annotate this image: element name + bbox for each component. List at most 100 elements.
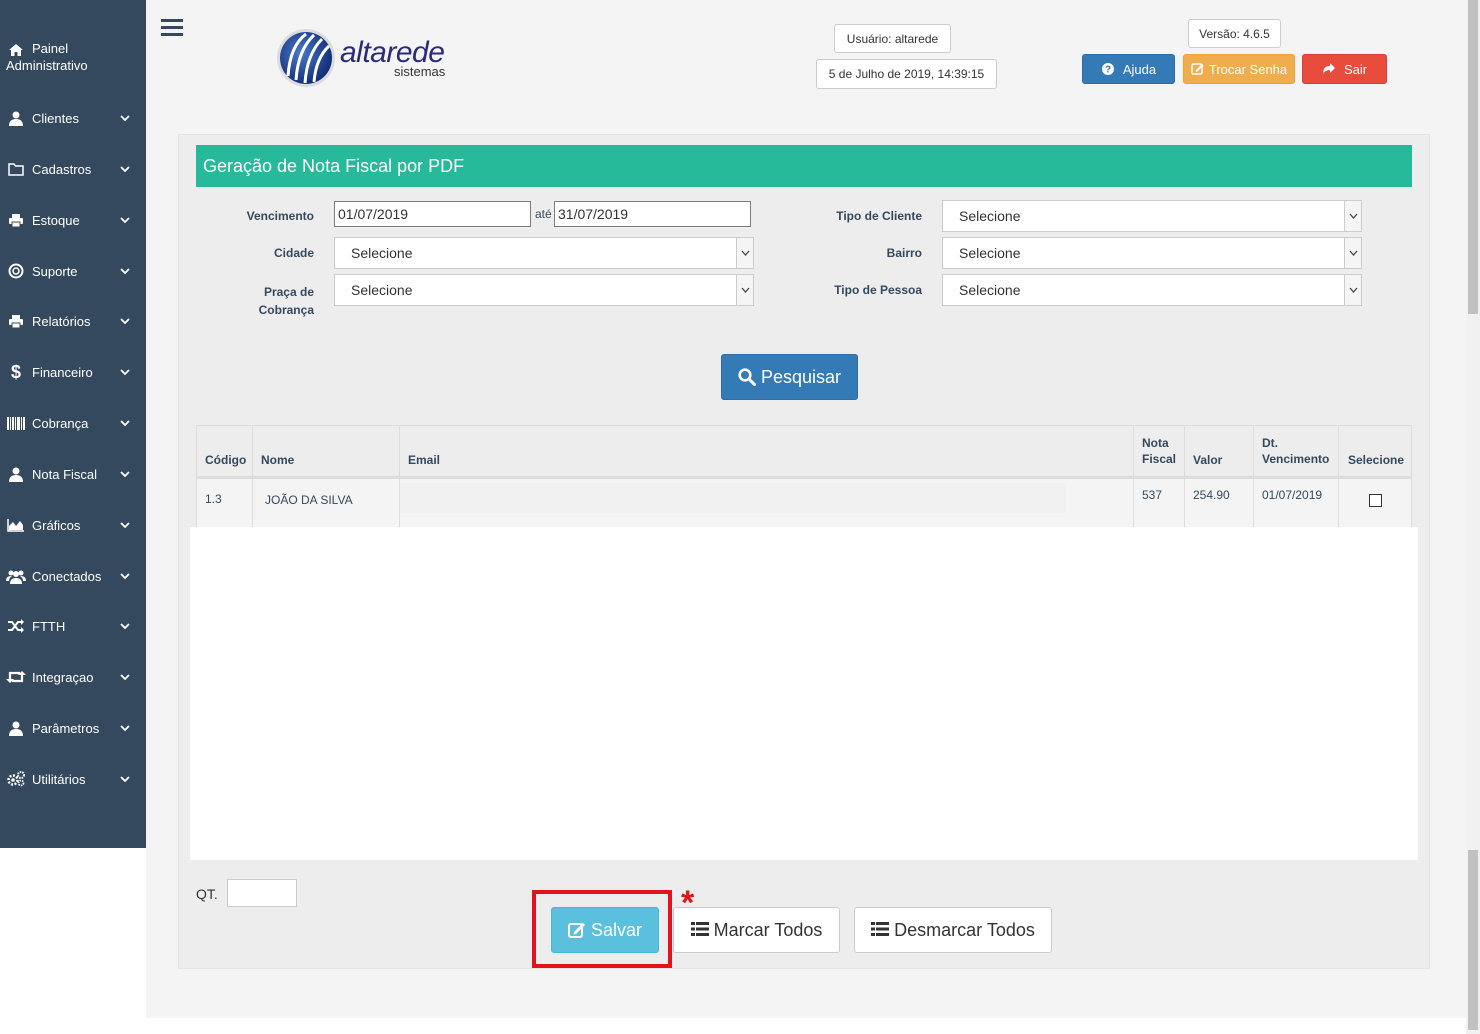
column-header-email[interactable]: Email	[408, 452, 440, 468]
sidebar-item-conectados[interactable]: Conectados	[0, 560, 146, 592]
column-divider	[1184, 477, 1185, 527]
sidebar-item-ftth[interactable]: FTTH	[0, 610, 146, 642]
change-password-button[interactable]: Trocar Senha	[1183, 54, 1295, 84]
sidebar-item-cadastros[interactable]: Cadastros	[0, 153, 146, 185]
datetime-badge: 5 de Julho de 2019, 14:39:15	[816, 59, 997, 89]
retweet-icon	[6, 667, 26, 687]
sidebar-item-painel[interactable]: Painel Administrativo	[0, 40, 146, 84]
sidebar-item-graficos[interactable]: Gráficos	[0, 509, 146, 541]
logout-button[interactable]: Sair	[1302, 54, 1387, 84]
cidade-select[interactable]: Selecione	[334, 237, 754, 269]
sidebar: Painel Administrativo Clientes Cadastros…	[0, 0, 146, 848]
page-scrollbar[interactable]	[1466, 0, 1480, 1034]
question-circle-icon: ?	[1101, 62, 1115, 76]
cidade-label: Cidade	[273, 246, 314, 260]
chevron-down-icon	[120, 522, 130, 529]
sidebar-item-integracao[interactable]: Integraçao	[0, 661, 146, 693]
sidebar-item-estoque[interactable]: Estoque	[0, 204, 146, 236]
chevron-down-icon	[736, 275, 753, 305]
cell-nome: JOÃO DA SILVA	[265, 493, 353, 507]
menu-toggle-icon[interactable]	[161, 18, 183, 38]
shuffle-icon	[6, 616, 26, 636]
cell-vencimento: 01/07/2019	[1262, 488, 1323, 502]
cell-nota-fiscal: 537	[1142, 488, 1163, 502]
column-divider	[399, 477, 400, 527]
unmark-all-button[interactable]: Desmarcar Todos	[854, 907, 1052, 953]
date-from-input[interactable]: 01/07/2019	[334, 201, 531, 227]
mark-all-button[interactable]: Marcar Todos	[673, 907, 840, 953]
help-button-label: Ajuda	[1122, 61, 1157, 77]
sidebar-item-clientes[interactable]: Clientes	[0, 102, 146, 134]
row-select-checkbox[interactable]	[1369, 494, 1382, 507]
qt-input[interactable]	[227, 879, 297, 907]
user-icon	[6, 464, 26, 484]
praca-cobranca-select[interactable]: Selecione	[334, 274, 754, 306]
lifebuoy-icon	[6, 261, 26, 281]
column-header-selecione[interactable]: Selecione	[1348, 452, 1404, 468]
users-icon	[6, 566, 26, 586]
results-table-header	[196, 425, 1412, 477]
tipo-cliente-label: Tipo de Cliente	[836, 209, 922, 223]
printer-icon	[6, 210, 26, 230]
sidebar-item-label: Nota Fiscal	[32, 466, 98, 482]
sidebar-item-financeiro[interactable]: $ Financeiro	[0, 356, 146, 388]
column-header-nota-fiscal[interactable]: Nota Fiscal	[1142, 435, 1176, 467]
user-badge: Usuário: altarede	[834, 24, 951, 53]
bairro-select[interactable]: Selecione	[942, 237, 1362, 269]
sidebar-item-label: Parâmetros	[32, 720, 100, 736]
search-button-label: Pesquisar	[760, 366, 842, 387]
svg-text:?: ?	[1105, 65, 1111, 76]
sidebar-item-label: Financeiro	[32, 364, 93, 380]
area-chart-icon	[6, 515, 26, 535]
mark-all-label: Marcar Todos	[713, 919, 823, 940]
column-header-nome[interactable]: Nome	[261, 452, 294, 468]
scrollbar-thumb-lower[interactable]	[1468, 850, 1478, 1030]
edit-icon	[567, 921, 586, 939]
share-arrow-icon	[1322, 62, 1336, 76]
scrollbar-thumb[interactable]	[1468, 0, 1478, 314]
altarede-logo: altarede sistemas	[276, 26, 466, 90]
sidebar-item-relatorios[interactable]: Relatórios	[0, 305, 146, 337]
table-body-empty-area	[190, 527, 1418, 860]
chevron-down-icon	[120, 217, 130, 224]
tipo-cliente-select[interactable]: Selecione	[942, 200, 1362, 232]
column-divider	[252, 477, 253, 527]
change-password-label: Trocar Senha	[1208, 61, 1288, 77]
qt-label: QT.	[196, 886, 218, 902]
sidebar-item-utilitarios[interactable]: Utilitários	[0, 763, 146, 795]
unmark-all-label: Desmarcar Todos	[894, 919, 1035, 940]
chevron-down-icon	[1344, 238, 1361, 268]
chevron-down-icon	[120, 674, 130, 681]
help-button[interactable]: ? Ajuda	[1082, 54, 1175, 84]
sidebar-item-label: Integraçao	[32, 669, 94, 685]
page-title: Geração de Nota Fiscal por PDF	[196, 145, 1412, 187]
sidebar-item-nota-fiscal[interactable]: Nota Fiscal	[0, 458, 146, 490]
tipo-pessoa-select[interactable]: Selecione	[942, 274, 1362, 306]
chevron-down-icon	[120, 166, 130, 173]
vencimento-label: Vencimento	[246, 209, 314, 223]
cell-valor: 254.90	[1193, 488, 1230, 502]
praca-cobranca-label: Praça de Cobrança	[258, 285, 314, 317]
column-header-vencimento[interactable]: Dt. Vencimento	[1262, 435, 1329, 467]
chevron-down-icon	[120, 318, 130, 325]
column-header-codigo[interactable]: Código	[205, 452, 246, 468]
cell-codigo: 1.3	[205, 492, 222, 506]
sidebar-item-parametros[interactable]: Parâmetros	[0, 712, 146, 744]
date-to-input[interactable]: 31/07/2019	[554, 201, 751, 227]
chevron-down-icon	[120, 420, 130, 427]
sidebar-item-label: FTTH	[32, 618, 66, 634]
chevron-down-icon	[120, 268, 130, 275]
column-header-valor[interactable]: Valor	[1193, 452, 1222, 468]
version-badge: Versão: 4.6.5	[1188, 19, 1281, 48]
chevron-down-icon	[120, 115, 130, 122]
gears-icon	[6, 769, 26, 789]
search-button[interactable]: Pesquisar	[721, 354, 858, 400]
sidebar-item-cobranca[interactable]: Cobrança	[0, 407, 146, 439]
chevron-down-icon	[120, 725, 130, 732]
sidebar-item-suporte[interactable]: Suporte	[0, 255, 146, 287]
list-icon	[690, 921, 709, 939]
chevron-down-icon	[1344, 201, 1361, 231]
sidebar-item-label: Gráficos	[32, 517, 81, 533]
search-icon	[738, 368, 756, 386]
save-button[interactable]: Salvar	[551, 907, 659, 953]
